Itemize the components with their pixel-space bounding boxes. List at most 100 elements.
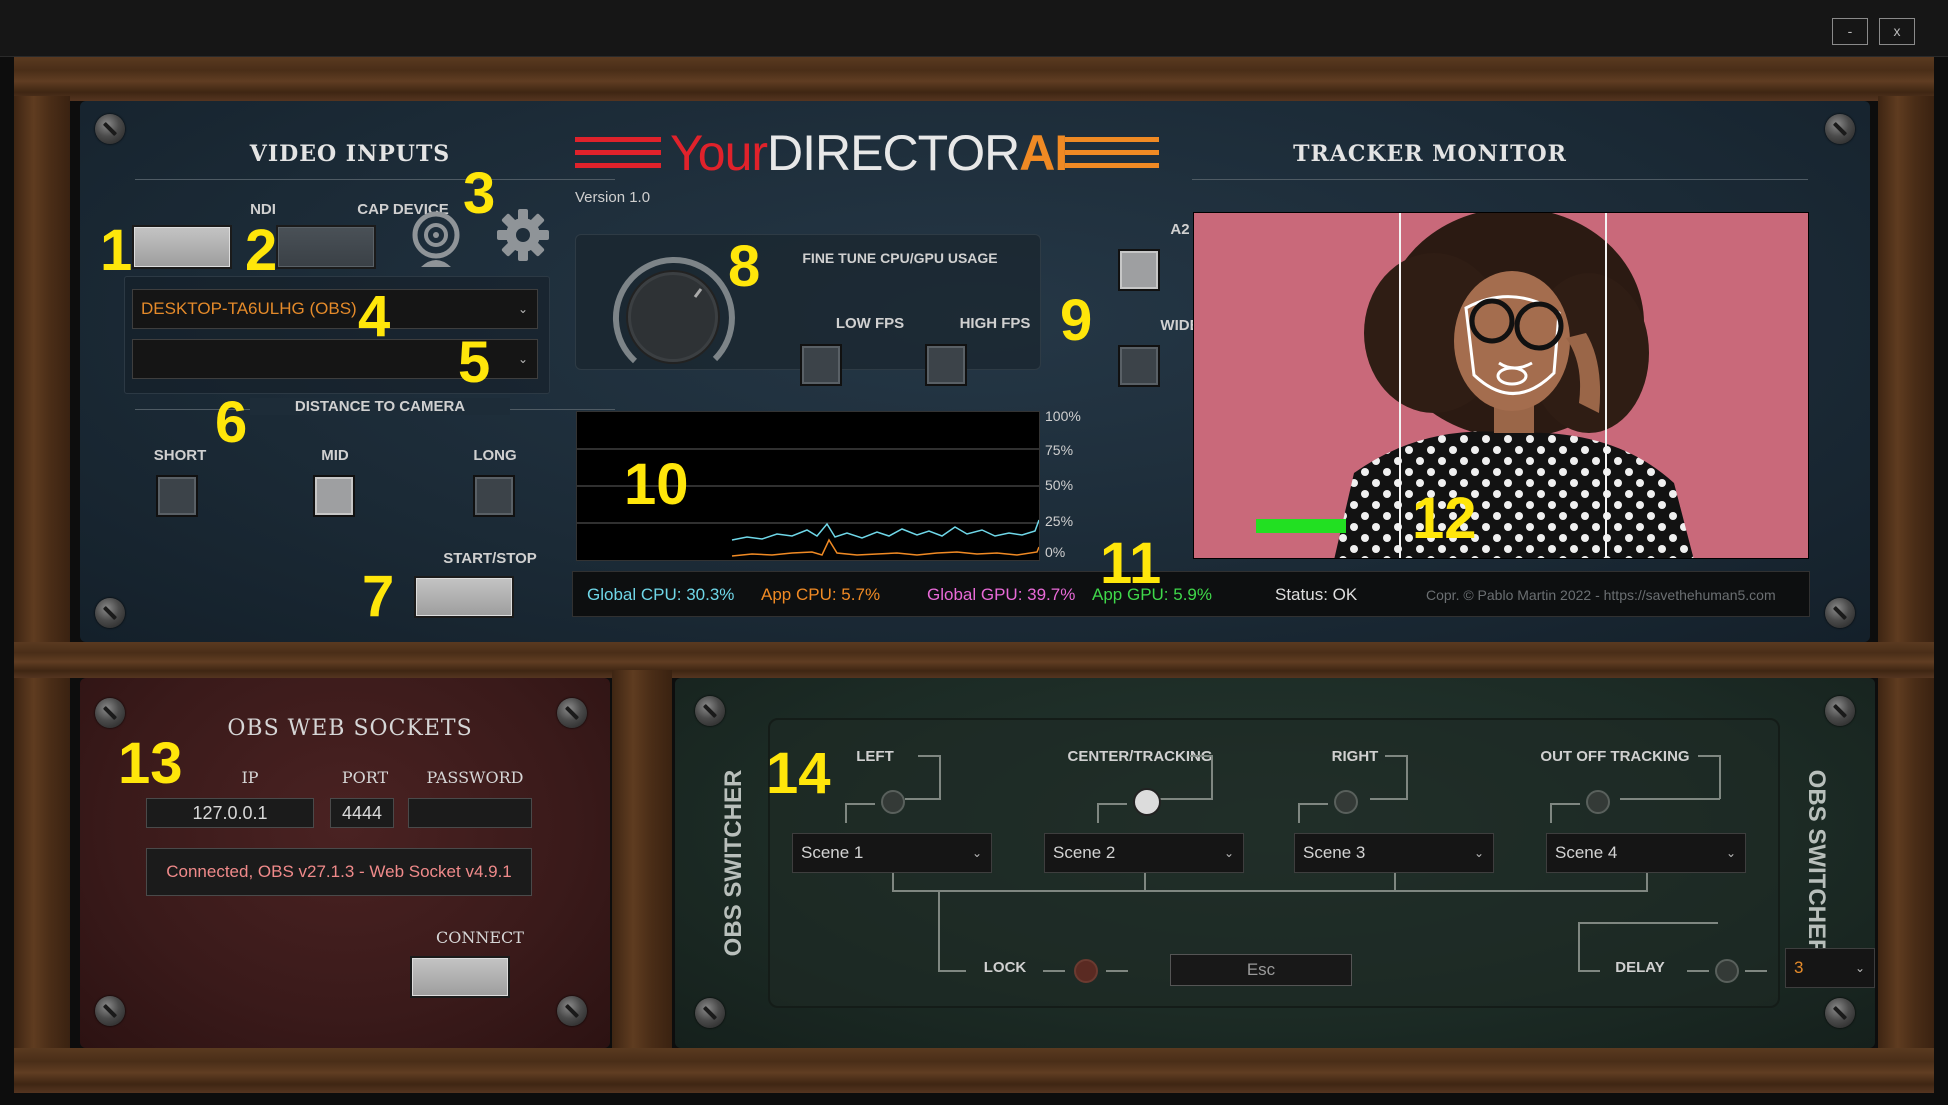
chevron-down-icon: ⌄	[1854, 961, 1865, 975]
chevron-down-icon: ⌄	[1223, 846, 1234, 860]
screw-icon	[1825, 696, 1855, 726]
out-of-tracking-scene-select[interactable]: Scene 4 ⌄	[1546, 833, 1746, 873]
brand-ai: AI	[1019, 125, 1068, 181]
connector-line	[1646, 873, 1648, 891]
wood-right	[1878, 96, 1934, 1056]
short-button[interactable]	[156, 475, 198, 517]
screw-icon	[695, 998, 725, 1028]
marker-12: 12	[1412, 486, 1477, 551]
chevron-down-icon: ⌄	[1473, 846, 1484, 860]
brand-left-stripes	[575, 133, 671, 181]
connector-line	[1385, 755, 1407, 757]
wood-divider	[612, 670, 672, 1050]
center-scene-radio[interactable]	[1133, 788, 1161, 816]
close-button[interactable]: x	[1879, 18, 1915, 45]
marker-1: 1	[100, 218, 133, 283]
screw-icon	[1825, 114, 1855, 144]
low-fps-label: LOW FPS	[835, 315, 905, 332]
connector-line	[1155, 798, 1213, 800]
status-stat: Status: OK	[1275, 585, 1358, 604]
tracker-title: TRACKER MONITOR	[1293, 141, 1567, 167]
connect-button[interactable]	[410, 956, 510, 998]
screw-icon	[695, 696, 725, 726]
chevron-down-icon: ⌄	[1725, 846, 1736, 860]
marker-5: 5	[458, 330, 491, 395]
ip-label: IP	[241, 768, 259, 787]
lock-key-input[interactable]: Esc	[1170, 954, 1352, 986]
left-scene-radio[interactable]	[881, 790, 905, 814]
delay-label: DELAY	[1615, 959, 1665, 976]
fine-tune-title: FINE TUNE CPU/GPU USAGE	[802, 250, 998, 266]
tracker-image	[1256, 213, 1694, 558]
start-stop-label: START/STOP	[443, 550, 537, 567]
minimize-button[interactable]: -	[1832, 18, 1868, 45]
right-scene-select[interactable]: Scene 3 ⌄	[1294, 833, 1494, 873]
delay-value: 3	[1794, 958, 1804, 977]
marker-7: 7	[362, 564, 395, 629]
password-input[interactable]	[408, 798, 532, 828]
a2-button[interactable]	[1118, 249, 1160, 291]
marker-9: 9	[1060, 288, 1093, 353]
webcam-icon[interactable]	[411, 211, 461, 271]
out-of-tracking-scene-radio[interactable]	[1586, 790, 1610, 814]
y-tick-100: 100%	[1045, 408, 1081, 424]
ndi-button[interactable]	[132, 225, 232, 269]
low-fps-button[interactable]	[800, 344, 842, 386]
left-scene-value: Scene 1	[801, 843, 864, 862]
screw-icon	[95, 698, 125, 728]
mid-label: MID	[321, 447, 349, 464]
connector-line	[1097, 803, 1099, 823]
connector-line	[1106, 970, 1128, 972]
app-cpu-stat: App CPU: 5.7%	[761, 585, 881, 604]
port-label: PORT	[341, 768, 389, 787]
long-label: LONG	[473, 447, 517, 464]
port-input[interactable]: 4444	[330, 798, 394, 828]
connector-line	[1298, 803, 1328, 805]
cap-device-button[interactable]	[276, 225, 376, 269]
cpu-tune-knob[interactable]	[605, 249, 741, 385]
chevron-down-icon: ⌄	[971, 846, 982, 860]
screw-icon	[1825, 598, 1855, 628]
lock-indicator	[1074, 959, 1098, 983]
connector-line	[1298, 803, 1300, 823]
delay-select[interactable]: 3 ⌄	[1785, 948, 1875, 988]
wide-button[interactable]	[1118, 345, 1160, 387]
screw-icon	[557, 996, 587, 1026]
connector-line	[1406, 755, 1408, 799]
center-scene-select[interactable]: Scene 2 ⌄	[1044, 833, 1244, 873]
global-cpu-stat: Global CPU: 30.3%	[587, 585, 735, 604]
tracker-monitor-view	[1193, 212, 1809, 559]
left-scene-select[interactable]: Scene 1 ⌄	[792, 833, 992, 873]
connector-line	[1578, 922, 1580, 972]
right-scene-radio[interactable]	[1334, 790, 1358, 814]
long-button[interactable]	[473, 475, 515, 517]
source-select[interactable]: DESKTOP-TA6ULHG (OBS) ⌄	[132, 289, 538, 329]
connector-line	[939, 755, 941, 799]
chevron-down-icon: ⌄	[517, 302, 528, 316]
connect-label: CONNECT	[436, 928, 524, 947]
app-cpu-series	[731, 538, 1040, 557]
start-stop-button[interactable]	[414, 576, 514, 618]
out-of-tracking-scene-value: Scene 4	[1555, 843, 1618, 862]
gear-icon[interactable]	[495, 207, 551, 263]
brand-director: DIRECTOR	[767, 125, 1020, 181]
distance-label: DISTANCE TO CAMERA	[250, 398, 510, 415]
marker-8: 8	[728, 234, 761, 299]
y-tick-0: 0%	[1045, 544, 1066, 560]
marker-3: 3	[463, 161, 496, 226]
marker-10: 10	[624, 452, 689, 517]
connector-line	[1550, 803, 1552, 823]
left-column-label: LEFT	[856, 748, 894, 765]
high-fps-button[interactable]	[925, 344, 967, 386]
app-window: - x VIDEO INPUTS NDI CAP DEVICE DESKTOP-…	[0, 0, 1948, 1105]
connector-line	[845, 803, 875, 805]
mid-button[interactable]	[313, 475, 355, 517]
connector-line	[938, 970, 966, 972]
ndi-label: NDI	[250, 201, 276, 218]
connector-line	[845, 803, 847, 823]
main-panel: VIDEO INPUTS NDI CAP DEVICE DESKTOP-TA6U…	[80, 101, 1870, 642]
y-tick-50: 50%	[1045, 477, 1074, 493]
brand-your: Your	[670, 125, 768, 181]
right-scene-value: Scene 3	[1303, 843, 1366, 862]
ip-input[interactable]: 127.0.0.1	[146, 798, 314, 828]
